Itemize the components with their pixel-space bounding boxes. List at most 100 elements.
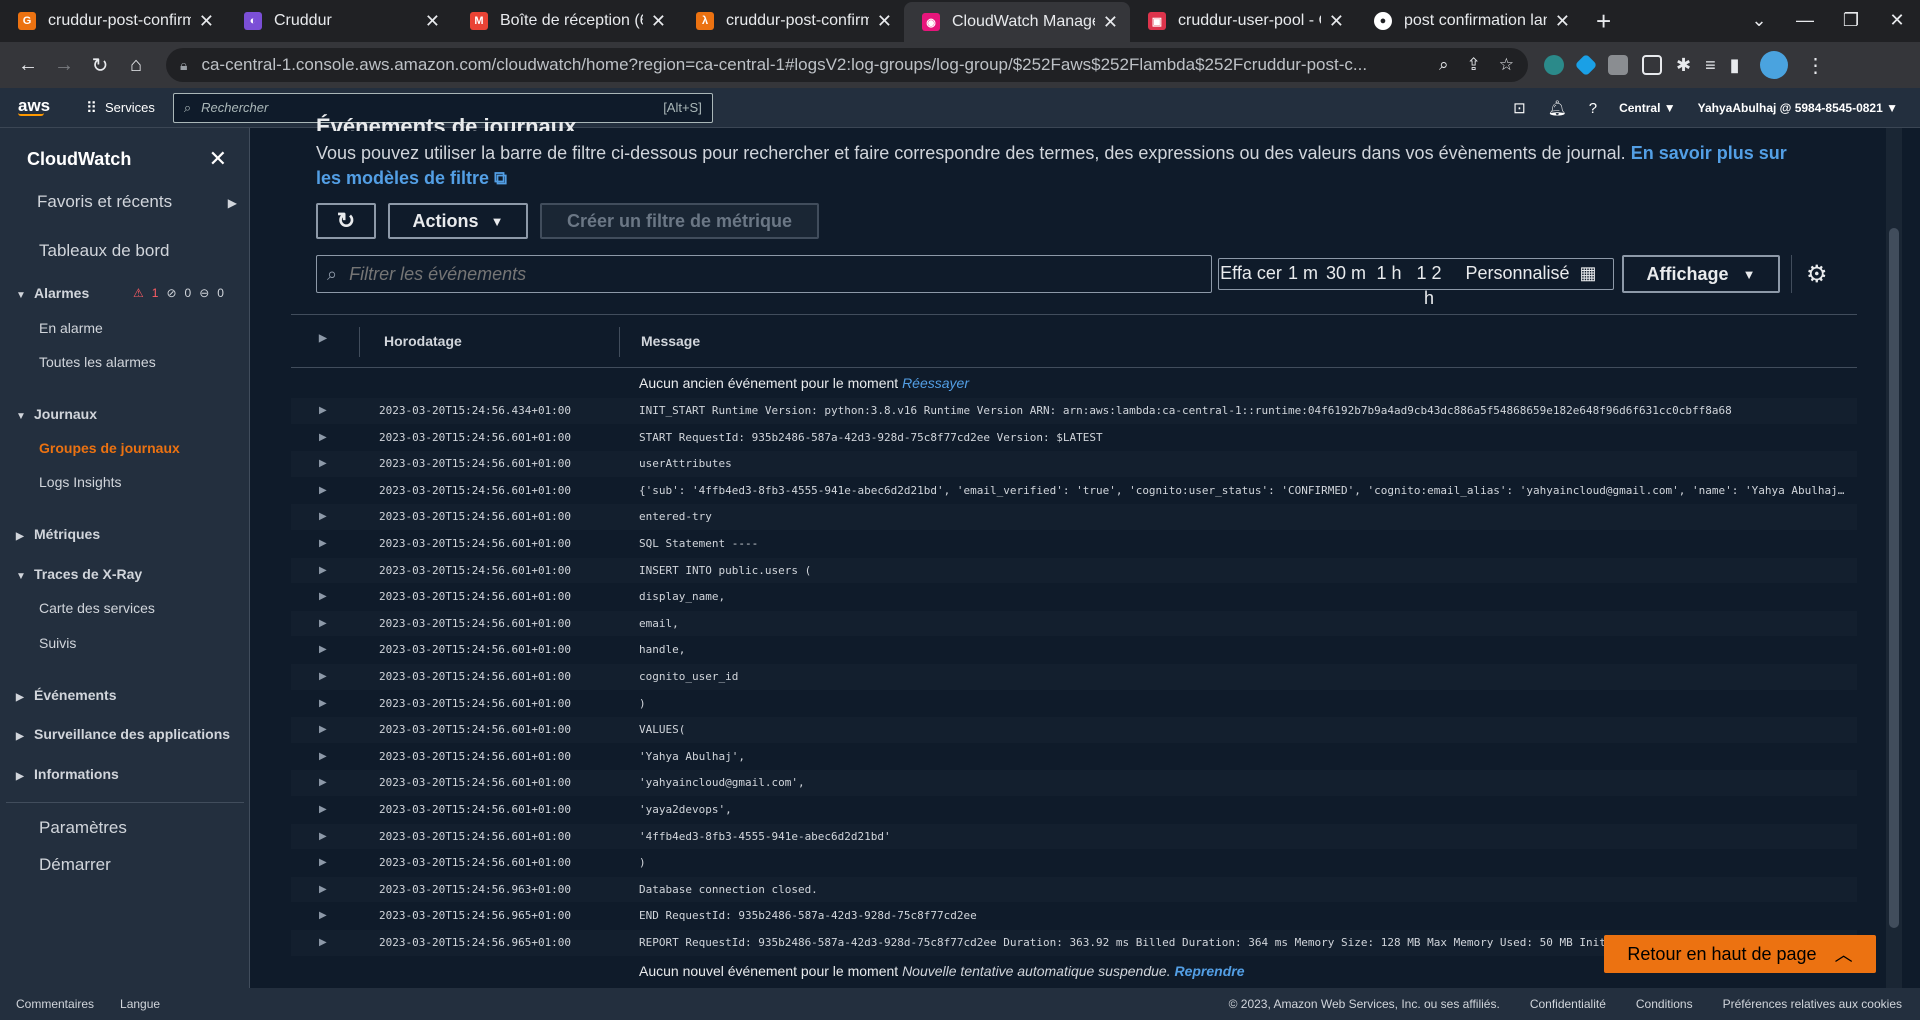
extension-icon[interactable]	[1608, 55, 1628, 75]
refresh-button[interactable]: ↻	[316, 203, 376, 239]
media-queue-icon[interactable]: ≡	[1705, 55, 1716, 76]
log-event-row[interactable]: ▶ 2023-03-20T15:24:56.601+01:00)	[291, 850, 1857, 877]
column-header-message[interactable]: Message	[641, 333, 700, 349]
browser-tab[interactable]: M Boîte de réception (60 ✕	[452, 0, 678, 42]
log-event-row[interactable]: ▶ 2023-03-20T15:24:56.965+01:00 END Reques…	[291, 903, 1857, 930]
expand-all-icon[interactable]: ▶	[319, 333, 327, 344]
log-event-row[interactable]: ▶ 2023-03-20T15:24:56.601+01:00)	[291, 690, 1857, 718]
settings-gear-icon[interactable]: ⚙	[1806, 260, 1828, 289]
filter-events-input[interactable]: ⌕	[316, 255, 1212, 293]
log-event-row[interactable]: ▶ 2023-03-20T15:24:56.601+01:00 display_na…	[291, 584, 1857, 611]
terms-link[interactable]: Conditions	[1636, 997, 1693, 1011]
tab-close-icon[interactable]: ✕	[1103, 12, 1118, 33]
lock-icon[interactable]: 🔒︎	[180, 57, 187, 74]
log-event-row[interactable]: ▶ 2023-03-20T15:24:56.601+01:00 INSERT INT…	[291, 557, 1857, 585]
share-icon[interactable]: ⇪	[1467, 55, 1481, 75]
expand-row-icon[interactable]: ▶	[319, 451, 327, 477]
log-event-row[interactable]: ▶ 2023-03-20T15:24:56.601+01:00 VALUES(	[291, 717, 1857, 744]
expand-row-icon[interactable]: ▶	[319, 850, 327, 876]
extensions-puzzle-icon[interactable]: ✱	[1676, 55, 1691, 76]
expand-row-icon[interactable]: ▶	[319, 824, 327, 850]
time-seg-12h[interactable]: 1 2 h	[1409, 259, 1449, 308]
expand-row-icon[interactable]: ▶	[319, 664, 327, 690]
back-icon[interactable]: ←	[10, 54, 46, 77]
log-event-row[interactable]: ▶ 2023-03-20T15:24:56.601+01:00 START Requ…	[291, 424, 1857, 452]
expand-row-icon[interactable]: ▶	[319, 691, 327, 717]
minimize-button[interactable]: —	[1782, 10, 1828, 31]
expand-row-icon[interactable]: ▶	[319, 930, 327, 956]
expand-row-icon[interactable]: ▶	[319, 744, 327, 770]
log-event-row[interactable]: ▶ 2023-03-20T15:24:56.601+01:00 {'sub': '4…	[291, 477, 1857, 505]
sidebar-item-settings[interactable]: Paramètres	[39, 818, 127, 838]
retry-link[interactable]: Réessayer	[902, 375, 969, 391]
account-menu[interactable]: YahyaAbulhaj @ 5984-8545-0821 ▼	[1698, 101, 1898, 115]
log-event-row[interactable]: ▶ 2023-03-20T15:24:56.963+01:00 Database c…	[291, 876, 1857, 904]
sidebar-item-metrics[interactable]: ▶ Métriques	[16, 526, 100, 542]
actions-button[interactable]: Actions ▼	[388, 203, 528, 239]
aws-logo[interactable]: aws	[18, 97, 62, 116]
sidebar-item-traces[interactable]: Suivis	[39, 635, 76, 651]
time-seg-custom[interactable]: Personnalisé ▦	[1449, 259, 1613, 289]
tab-close-icon[interactable]: ✕	[651, 11, 666, 32]
expand-row-icon[interactable]: ▶	[319, 398, 327, 424]
notifications-bell-icon[interactable]: 🔔︎	[1548, 99, 1567, 117]
language-link[interactable]: Langue	[120, 997, 160, 1011]
home-icon[interactable]: ⌂	[118, 54, 154, 77]
services-menu[interactable]: ⠿ Services	[86, 99, 155, 117]
side-panel-icon[interactable]: ▮	[1730, 55, 1740, 76]
sidebar-item-alarms[interactable]: ▼ Alarmes	[16, 285, 89, 301]
log-event-row[interactable]: ▶ 2023-03-20T15:24:56.601+01:00 userAttrib…	[291, 451, 1857, 478]
log-event-row[interactable]: ▶ 2023-03-20T15:24:56.601+01:00 'yahyaincl…	[291, 770, 1857, 797]
browser-tab[interactable]: Gcruddur-post-confirm ✕	[0, 0, 226, 42]
sidebar-item-xray[interactable]: ▼ Traces de X-Ray	[16, 566, 142, 582]
sidebar-item-service-map[interactable]: Carte des services	[39, 600, 155, 616]
scrollbar-thumb[interactable]	[1889, 228, 1899, 928]
create-metric-filter-button[interactable]: Créer un filtre de métrique	[540, 203, 819, 239]
restore-button[interactable]: ❐	[1828, 10, 1874, 31]
zoom-icon[interactable]: ⌕	[1439, 55, 1449, 75]
expand-row-icon[interactable]: ▶	[319, 531, 327, 557]
browser-tab[interactable]: λ cruddur-post-confirm ✕	[678, 0, 904, 42]
browser-menu-icon[interactable]: ⋮	[1806, 53, 1826, 78]
time-seg-clear[interactable]: Effa cer	[1219, 259, 1283, 289]
tab-close-icon[interactable]: ✕	[1555, 11, 1570, 32]
profile-avatar[interactable]	[1759, 51, 1788, 79]
time-seg-30m[interactable]: 30 m	[1323, 259, 1369, 289]
close-icon[interactable]: ✕	[209, 146, 227, 172]
browser-tab[interactable]: ▣ cruddur-user-pool - C ✕	[1130, 0, 1356, 42]
tab-close-icon[interactable]: ✕	[199, 11, 214, 32]
expand-row-icon[interactable]: ▶	[319, 611, 327, 637]
time-seg-1h[interactable]: 1 h	[1369, 259, 1409, 289]
sidebar-item-app-monitoring[interactable]: ▶ Surveillance des applications	[16, 726, 230, 742]
expand-row-icon[interactable]: ▶	[319, 903, 327, 929]
expand-row-icon[interactable]: ▶	[319, 504, 327, 530]
sidebar-item-insights[interactable]: ▶ Informations	[16, 766, 119, 782]
log-event-row[interactable]: ▶ 2023-03-20T15:24:56.601+01:00 'yaya2devo…	[291, 797, 1857, 824]
cookie-preferences-link[interactable]: Préférences relatives aux cookies	[1723, 997, 1902, 1011]
column-header-timestamp[interactable]: Horodatage	[384, 333, 462, 349]
log-event-row[interactable]: ▶ 2023-03-20T15:24:56.601+01:00 'Yahya Abu…	[291, 743, 1857, 771]
log-event-row[interactable]: ▶ 2023-03-20T15:24:56.434+01:00 INIT_START…	[291, 398, 1857, 425]
sidebar-item-log-groups[interactable]: Groupes de journaux	[39, 440, 180, 456]
log-event-row[interactable]: ▶ 2023-03-20T15:24:56.601+01:00 email,	[291, 610, 1857, 638]
tab-close-icon[interactable]: ✕	[877, 11, 892, 32]
browser-tab[interactable]: ◐ Cruddur ✕	[226, 0, 452, 42]
sidebar-item-dashboards[interactable]: Tableaux de bord	[39, 241, 169, 261]
tab-search-icon[interactable]: ⌄	[1736, 10, 1782, 31]
expand-row-icon[interactable]: ▶	[319, 584, 327, 610]
expand-row-icon[interactable]: ▶	[319, 877, 327, 903]
log-event-row[interactable]: ▶ 2023-03-20T15:24:56.601+01:00 handle,	[291, 637, 1857, 664]
screenshot-icon[interactable]	[1642, 55, 1662, 75]
expand-row-icon[interactable]: ▶	[319, 558, 327, 584]
expand-row-icon[interactable]: ▶	[319, 478, 327, 504]
expand-row-icon[interactable]: ▶	[319, 425, 327, 451]
sidebar-item-getting-started[interactable]: Démarrer	[39, 855, 111, 875]
sidebar-item-events[interactable]: ▶ Événements	[16, 687, 116, 703]
sidebar-item-logs[interactable]: ▼ Journaux	[16, 406, 97, 422]
sidebar-item-in-alarm[interactable]: En alarme	[39, 320, 103, 336]
expand-row-icon[interactable]: ▶	[319, 637, 327, 663]
url-bar[interactable]: 🔒︎ ca-central-1.console.aws.amazon.com/c…	[166, 48, 1528, 82]
extension-icon[interactable]	[1574, 53, 1598, 77]
filter-events-field[interactable]	[349, 263, 1201, 285]
expand-row-icon[interactable]: ▶	[319, 797, 327, 823]
